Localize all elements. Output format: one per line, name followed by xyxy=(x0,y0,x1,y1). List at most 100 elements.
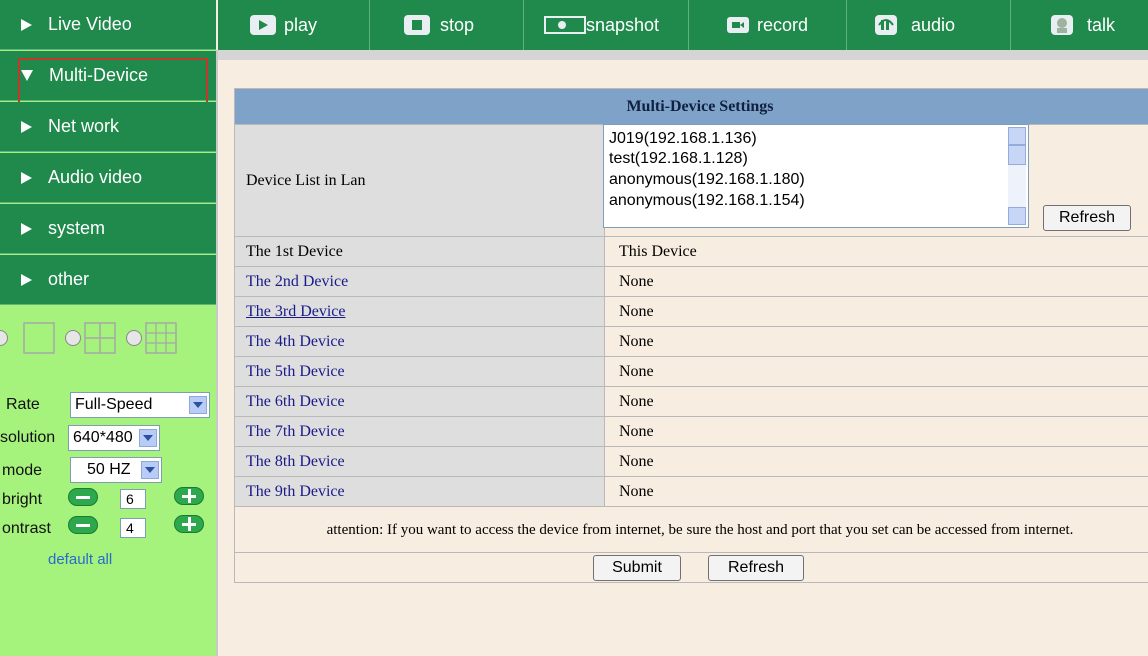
nine-view-icon[interactable] xyxy=(145,322,177,354)
device-slot-label: The 5th Device xyxy=(234,356,605,387)
nav-label: Audio video xyxy=(48,167,143,187)
device-slot-value: None xyxy=(604,296,1148,327)
record-button[interactable]: record xyxy=(689,0,847,50)
single-view-icon[interactable] xyxy=(23,322,55,354)
device-slot-label: The 8th Device xyxy=(234,446,605,477)
device-slot-label: The 3rd Device xyxy=(234,296,605,327)
scroll-up-icon[interactable] xyxy=(1008,127,1026,145)
toolbar: play stop snapshot record audio talk xyxy=(218,0,1148,50)
device-slot-value: None xyxy=(604,446,1148,477)
rate-value: Full-Speed xyxy=(75,396,153,413)
device-slot-value: None xyxy=(604,266,1148,297)
mode-select[interactable]: 50 HZ xyxy=(70,457,162,483)
device-slot-value: This Device xyxy=(604,236,1148,267)
device-slot-link[interactable]: The 9th Device xyxy=(246,483,345,500)
device-slot-label: The 7th Device xyxy=(234,416,605,447)
bright-value-input[interactable]: 6 xyxy=(120,489,146,509)
device-slot-link[interactable]: The 5th Device xyxy=(246,363,345,380)
chevron-down-icon xyxy=(139,429,157,447)
refresh-button[interactable]: Refresh xyxy=(708,555,804,581)
device-slot-label: The 2nd Device xyxy=(234,266,605,297)
stop-button[interactable]: stop xyxy=(370,0,524,50)
resolution-label: solution xyxy=(0,429,56,446)
contrast-minus-button[interactable] xyxy=(68,516,98,534)
device-slot-label: The 9th Device xyxy=(234,476,605,507)
nav-label: Net work xyxy=(48,116,120,136)
nav-other[interactable]: other xyxy=(0,255,216,305)
lan-device-item[interactable]: anonymous(192.168.1.154) xyxy=(609,191,805,211)
device-slot-link[interactable]: The 3rd Device xyxy=(246,303,346,320)
default-all-link[interactable]: default all xyxy=(48,551,112,568)
contrast-value-input[interactable]: 4 xyxy=(120,518,146,538)
device-slot-label: The 6th Device xyxy=(234,386,605,417)
talk-button[interactable]: talk xyxy=(1011,0,1148,50)
device-slot-link[interactable]: The 2nd Device xyxy=(246,273,348,290)
listbox-scrollbar[interactable] xyxy=(1008,127,1026,225)
stop-label: stop xyxy=(440,14,475,35)
device-slot-label: The 1st Device xyxy=(234,236,605,267)
device-slot-value: None xyxy=(604,416,1148,447)
lan-device-item[interactable]: anonymous(192.168.1.180) xyxy=(609,170,805,190)
device-slot-link[interactable]: The 7th Device xyxy=(246,423,345,440)
device-slot-link[interactable]: The 8th Device xyxy=(246,453,345,470)
layout-radio-4[interactable] xyxy=(65,330,81,346)
contrast-plus-button[interactable] xyxy=(174,515,204,533)
talk-label: talk xyxy=(1087,14,1116,35)
list-refresh-button[interactable]: Refresh xyxy=(1043,205,1131,231)
nav-live-video[interactable]: Live Video xyxy=(0,0,216,50)
triangle-right-icon xyxy=(21,120,32,133)
device-slot-value: None xyxy=(604,356,1148,387)
layout-radio-9[interactable] xyxy=(126,330,142,346)
quad-view-icon[interactable] xyxy=(84,322,116,354)
scroll-down-icon[interactable] xyxy=(1008,207,1026,225)
record-label: record xyxy=(757,14,809,35)
nav-audio-video[interactable]: Audio video xyxy=(0,153,216,203)
layout-radio-1[interactable] xyxy=(0,330,8,346)
bright-plus-button[interactable] xyxy=(174,487,204,505)
video-camera-icon xyxy=(727,17,749,33)
selection-outline xyxy=(18,58,208,106)
device-slot-value: None xyxy=(604,326,1148,357)
submit-button[interactable]: Submit xyxy=(593,555,681,581)
bright-label: bright xyxy=(2,491,43,508)
chevron-down-icon xyxy=(189,396,207,414)
lan-device-item[interactable]: test(192.168.1.128) xyxy=(609,149,748,169)
lan-device-item[interactable]: J019(192.168.1.136) xyxy=(609,129,757,149)
nav-system[interactable]: system xyxy=(0,204,216,254)
nav-label: other xyxy=(48,269,90,289)
view-layout-selector xyxy=(0,322,216,354)
device-list-label: Device List in Lan xyxy=(234,124,605,237)
triangle-right-icon xyxy=(21,171,32,184)
main-panel: Multi-Device Settings Device List in Lan… xyxy=(216,50,1148,656)
device-slot-link[interactable]: The 6th Device xyxy=(246,393,345,410)
play-button[interactable]: play xyxy=(218,0,370,50)
bright-minus-button[interactable] xyxy=(68,488,98,506)
camera-icon xyxy=(544,16,586,34)
mode-value: 50 HZ xyxy=(87,461,131,478)
play-label: play xyxy=(284,14,318,35)
device-slot-label: The 4th Device xyxy=(234,326,605,357)
audio-button[interactable]: audio xyxy=(847,0,1011,50)
device-list-cell: J019(192.168.1.136) test(192.168.1.128) … xyxy=(603,124,1148,237)
audio-icon xyxy=(875,15,897,35)
lan-device-listbox[interactable]: J019(192.168.1.136) test(192.168.1.128) … xyxy=(603,124,1029,228)
device-slot-link[interactable]: The 4th Device xyxy=(246,333,345,350)
main-top-strip xyxy=(218,50,1148,60)
attention-note: attention: If you want to access the dev… xyxy=(234,506,1148,553)
chevron-down-icon xyxy=(141,461,159,479)
resolution-select[interactable]: 640*480 xyxy=(68,425,160,451)
play-icon xyxy=(250,15,276,35)
nav-label: Live Video xyxy=(48,14,132,34)
audio-label: audio xyxy=(911,14,956,35)
contrast-label: ontrast xyxy=(2,520,51,537)
resolution-value: 640*480 xyxy=(73,429,133,446)
settings-title: Multi-Device Settings xyxy=(234,88,1148,125)
triangle-right-icon xyxy=(21,222,32,235)
mode-label: mode xyxy=(2,462,43,479)
rate-select[interactable]: Full-Speed xyxy=(70,392,210,418)
scroll-thumb[interactable] xyxy=(1008,145,1026,165)
triangle-right-icon xyxy=(21,18,32,31)
snapshot-button[interactable]: snapshot xyxy=(524,0,689,50)
nav-network[interactable]: Net work xyxy=(0,102,216,152)
nav-label: system xyxy=(48,218,106,238)
